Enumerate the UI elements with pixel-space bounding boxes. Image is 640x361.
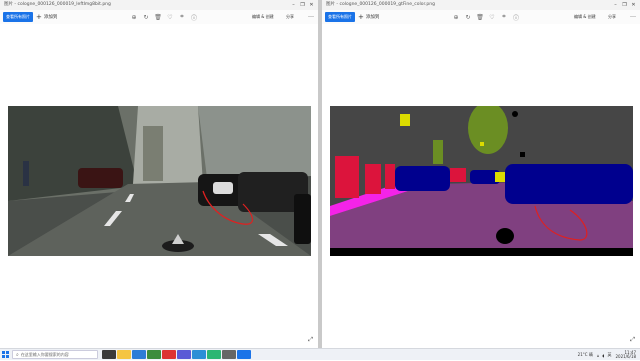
window-title: 图片 - cologne_000126_000019_leftImg8bit.p…: [4, 2, 111, 7]
search-icon: ⌕: [16, 351, 19, 358]
zoom-in-icon[interactable]: ⊕: [128, 12, 140, 22]
street-photo-image: [8, 106, 311, 256]
expand-icon[interactable]: ⤢: [308, 336, 313, 344]
share-label: 分享: [608, 14, 616, 19]
minimize-icon[interactable]: –: [611, 0, 620, 10]
delete-icon[interactable]: 🗑: [152, 12, 164, 22]
close-icon[interactable]: ✕: [307, 0, 316, 10]
edit-create-button[interactable]: 编辑 & 创建: [252, 12, 274, 22]
app-icon-green[interactable]: [147, 350, 161, 359]
close-icon[interactable]: ✕: [629, 0, 638, 10]
window-title: 图片 - cologne_000126_000019_gtFine_color.…: [326, 2, 435, 7]
street-photo: [8, 106, 311, 256]
share-button[interactable]: 分享: [608, 12, 616, 22]
window-controls: – ❐ ✕: [611, 0, 638, 10]
edge-browser-icon[interactable]: [132, 350, 146, 359]
favorite-icon[interactable]: ♡: [486, 12, 498, 22]
right-mask-window: 图片 - cologne_000126_000019_gtFine_color.…: [322, 0, 640, 348]
share-label: 分享: [286, 14, 294, 19]
rotate-icon[interactable]: ↻: [140, 12, 152, 22]
app-icon-blue[interactable]: [192, 350, 206, 359]
photo-toolbar: 查看所有照片 + 添加到 ⊕ ↻ 🗑 ♡ ⌗ ⓘ 编辑 & 创建 分享 …: [322, 10, 640, 24]
app-icon-red[interactable]: [162, 350, 176, 359]
minimize-icon[interactable]: –: [289, 0, 298, 10]
input-language[interactable]: 英: [607, 352, 611, 358]
wechat-icon[interactable]: [207, 350, 221, 359]
clock-date: 2021/6/18: [615, 354, 636, 359]
weather-text[interactable]: 21°C 晴: [578, 352, 593, 358]
file-explorer-icon[interactable]: [117, 350, 131, 359]
view-all-photos-button[interactable]: 查看所有照片: [325, 12, 355, 22]
segmentation-mask-image: [330, 106, 633, 256]
add-to-button[interactable]: + 添加到: [358, 12, 379, 22]
taskbar-apps: [102, 350, 252, 359]
window-controls: – ❐ ✕: [289, 0, 316, 10]
favorite-icon[interactable]: ♡: [164, 12, 176, 22]
title-bar[interactable]: 图片 - cologne_000126_000019_leftImg8bit.p…: [0, 0, 318, 10]
add-to-label: 添加到: [43, 15, 58, 20]
restore-icon[interactable]: ❐: [620, 0, 629, 10]
more-icon[interactable]: …: [308, 12, 314, 22]
photo-tools: ⊕ ↻ 🗑 ♡ ⌗ ⓘ: [128, 12, 200, 22]
add-to-button[interactable]: + 添加到: [36, 12, 57, 22]
expand-icon[interactable]: ⤢: [630, 336, 635, 344]
network-icon[interactable]: ⌂: [597, 353, 600, 358]
app-icon-purple[interactable]: [177, 350, 191, 359]
search-placeholder: 在这里输入你要搜索的内容: [20, 351, 69, 357]
task-view-icon[interactable]: [102, 350, 116, 359]
left-photo-window: 图片 - cologne_000126_000019_leftImg8bit.p…: [0, 0, 318, 348]
info-icon[interactable]: ⓘ: [510, 12, 522, 22]
share-button[interactable]: 分享: [286, 12, 294, 22]
edit-create-label: 编辑 & 创建: [252, 14, 274, 19]
crop-icon[interactable]: ⌗: [498, 12, 510, 22]
system-tray: 21°C 晴 ⌂ ◖ 英 11:47 2021/6/18: [578, 349, 636, 361]
zoom-in-icon[interactable]: ⊕: [450, 12, 462, 22]
taskbar: ⌕ 在这里输入你要搜索的内容 21°C 晴 ⌂ ◖ 英 11:47 2021/6…: [0, 348, 640, 360]
edit-create-label: 编辑 & 创建: [574, 14, 596, 19]
info-icon[interactable]: ⓘ: [188, 12, 200, 22]
more-icon[interactable]: …: [630, 12, 636, 22]
volume-icon[interactable]: ◖: [602, 353, 604, 358]
delete-icon[interactable]: 🗑: [474, 12, 486, 22]
rotate-icon[interactable]: ↻: [462, 12, 474, 22]
taskbar-search-input[interactable]: ⌕ 在这里输入你要搜索的内容: [12, 350, 98, 359]
restore-icon[interactable]: ❐: [298, 0, 307, 10]
plus-icon: +: [358, 13, 364, 21]
photo-tools: ⊕ ↻ 🗑 ♡ ⌗ ⓘ: [450, 12, 522, 22]
edit-create-button[interactable]: 编辑 & 创建: [574, 12, 596, 22]
photo-toolbar: 查看所有照片 + 添加到 ⊕ ↻ 🗑 ♡ ⌗ ⓘ 编辑 & 创建 分享 …: [0, 10, 318, 24]
add-to-label: 添加到: [365, 15, 380, 20]
view-all-photos-button[interactable]: 查看所有照片: [3, 12, 33, 22]
photos-app-icon[interactable]: [237, 350, 251, 359]
windows-start-icon[interactable]: [2, 351, 9, 358]
app-icon-gray[interactable]: [222, 350, 236, 359]
title-bar[interactable]: 图片 - cologne_000126_000019_gtFine_color.…: [322, 0, 640, 10]
crop-icon[interactable]: ⌗: [176, 12, 188, 22]
plus-icon: +: [36, 13, 42, 21]
clock[interactable]: 11:47 2021/6/18: [615, 350, 636, 360]
segmentation-mask: [330, 106, 633, 256]
